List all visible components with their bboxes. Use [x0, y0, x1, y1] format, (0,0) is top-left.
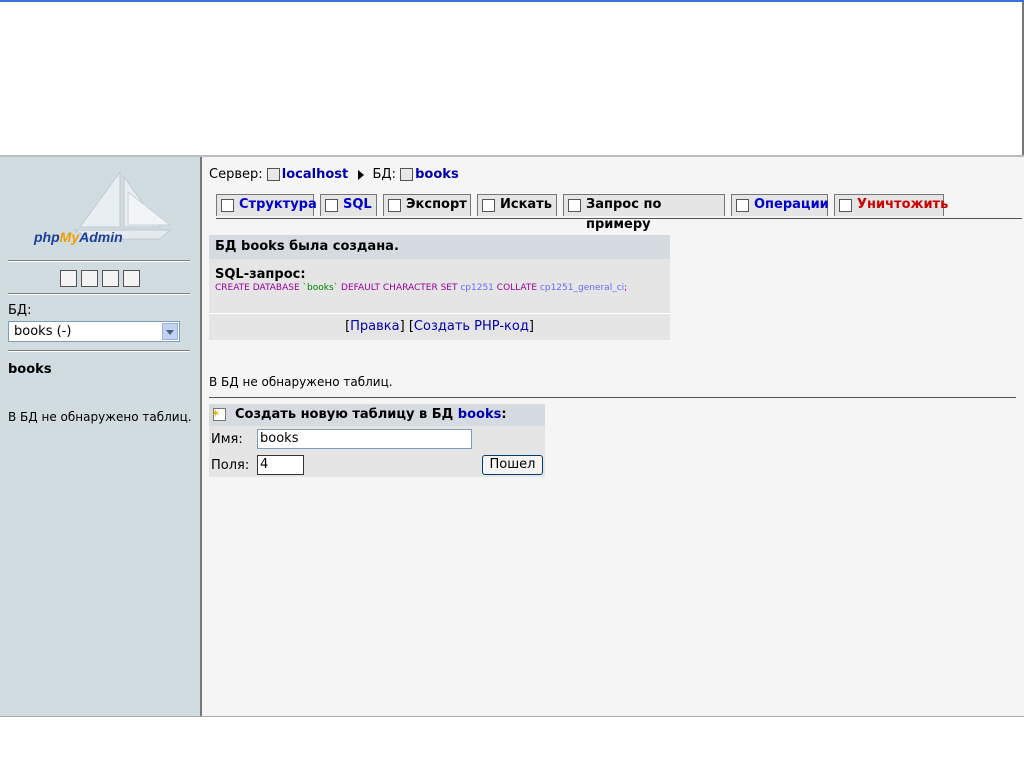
docs-icon[interactable] [123, 270, 140, 287]
top-frame [0, 2, 1024, 156]
left-no-tables-text: В БД не обнаружено таблиц. [8, 410, 192, 424]
logo-admin: Admin [79, 229, 123, 245]
no-tables-text: В БД не обнаружено таблиц. [209, 375, 393, 389]
tab-label: Искать [500, 197, 552, 212]
create-title-text: Создать новую таблицу в БД [235, 407, 454, 422]
tab-label: Структура [239, 197, 317, 212]
sql-terminator: ; [624, 283, 628, 293]
db-crumb-label: БД: [372, 167, 396, 182]
logo-my: My [59, 229, 80, 245]
left-icon-row [60, 270, 144, 287]
sql-icon [325, 199, 338, 212]
go-button[interactable]: Пошел [482, 455, 543, 475]
query-icon [568, 199, 581, 212]
success-message: БД books была создана. SQL-запрос: CREAT… [209, 235, 670, 340]
phpmyadmin-logo-text[interactable]: phpMyAdmin [34, 229, 123, 245]
help-icon[interactable] [102, 270, 119, 287]
new-table-icon [211, 403, 226, 425]
tab-bar: Структура SQL Экспорт Искать Запрос по п… [216, 194, 1022, 232]
name-label: Имя: [211, 432, 243, 447]
tab-label: Уничтожить [857, 197, 949, 212]
structure-icon [221, 199, 234, 212]
home-icon[interactable] [60, 270, 77, 287]
create-table-title: Создать новую таблицу в БД books: [209, 403, 545, 426]
db-link[interactable]: books [415, 167, 459, 182]
server-link[interactable]: localhost [282, 167, 348, 182]
left-current-db[interactable]: books [8, 362, 52, 377]
create-title-db[interactable]: books [458, 407, 502, 422]
search-icon [482, 199, 495, 212]
breadcrumb: Сервер: localhost БД: books [209, 167, 459, 182]
sql-collation: cp1251_general_ci [539, 283, 625, 293]
tab-operations[interactable]: Операции [731, 194, 829, 216]
message-title: БД books была создана. [209, 235, 670, 259]
sql-db-name: `books` [302, 283, 339, 293]
left-divider [8, 260, 190, 262]
sql-keyword: COLLATE [496, 283, 538, 293]
db-select[interactable]: books (-) [8, 321, 180, 342]
sql-keyword: CREATE DATABASE [215, 283, 300, 293]
tab-sql[interactable]: SQL [320, 194, 377, 216]
left-frame: phpMyAdmin БД: books (-) books В БД не о… [0, 157, 202, 716]
message-body: SQL-запрос: CREATE DATABASE `books` DEFA… [209, 259, 670, 313]
message-links: [Правка] [Создать PHP-код] [209, 313, 670, 340]
content-divider [209, 397, 1016, 398]
export-icon [388, 199, 401, 212]
sql-window-icon[interactable] [81, 270, 98, 287]
fields-label: Поля: [211, 458, 250, 473]
fields-count-input[interactable]: 4 [257, 455, 304, 475]
sql-query-label: SQL-запрос: [215, 267, 306, 282]
tools-icon [736, 199, 749, 212]
bottom-frame [0, 716, 1024, 769]
left-divider [8, 293, 190, 295]
tab-label: Операции [754, 197, 829, 212]
tab-label: SQL [343, 197, 372, 212]
logo-php: php [34, 229, 60, 245]
create-table-form: Создать новую таблицу в БД books: Имя: b… [209, 403, 545, 477]
chevron-down-icon[interactable] [162, 323, 178, 340]
tab-search[interactable]: Искать [477, 194, 557, 216]
tab-query-by-example[interactable]: Запрос по примеру [563, 194, 725, 232]
tab-label: Экспорт [406, 197, 467, 212]
tab-drop[interactable]: Уничтожить [834, 194, 948, 216]
db-select-value: books (-) [14, 324, 72, 339]
db-label: БД: [8, 303, 32, 318]
tab-export[interactable]: Экспорт [383, 194, 471, 216]
tab-label: Запрос по примеру [586, 197, 662, 232]
tab-structure[interactable]: Структура [216, 194, 317, 216]
edit-link[interactable]: Правка [350, 319, 399, 334]
server-label: Сервер: [209, 167, 263, 182]
left-divider [8, 350, 190, 352]
sql-charset: cp1251 [460, 283, 494, 293]
main-frame: Сервер: localhost БД: books Структура SQ… [202, 157, 1024, 716]
sql-keyword: DEFAULT CHARACTER SET [341, 283, 458, 293]
create-title-colon: : [501, 407, 507, 422]
breadcrumb-arrow-icon [358, 169, 365, 180]
create-php-link[interactable]: Создать PHP-код [414, 319, 529, 334]
drop-icon [839, 199, 852, 212]
sql-query-text: CREATE DATABASE `books` DEFAULT CHARACTE… [215, 283, 627, 293]
database-icon [400, 168, 414, 181]
server-icon [266, 168, 280, 181]
table-name-input[interactable]: books [257, 429, 472, 449]
